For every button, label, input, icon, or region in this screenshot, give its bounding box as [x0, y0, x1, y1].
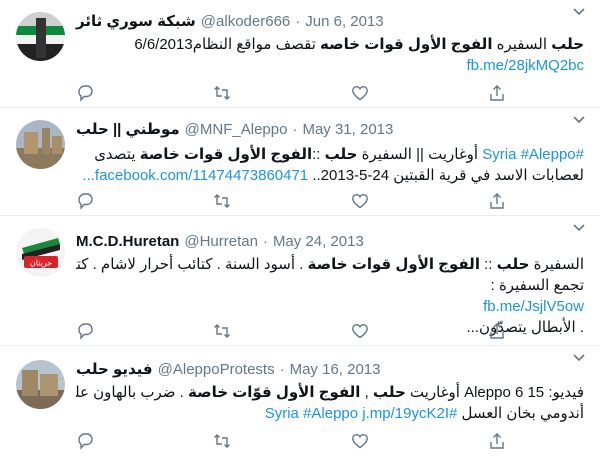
avatar-image — [16, 12, 65, 61]
author-name[interactable]: شبكة سوري ثائر — [76, 12, 196, 30]
like-icon[interactable] — [351, 322, 369, 340]
chevron-down-icon[interactable] — [572, 350, 586, 364]
text-fragment: :: — [479, 256, 497, 273]
avatar[interactable] — [16, 120, 65, 169]
text-fragment: السفيرة — [529, 256, 584, 273]
tweet-text: حلب السفيره الفوج الأول قوات خاصه تقصف م… — [76, 34, 584, 76]
like-icon[interactable] — [351, 84, 369, 102]
author-handle[interactable]: @alkoder666 — [201, 13, 290, 30]
action-bar — [76, 84, 506, 102]
author-name[interactable]: موطني || حلب — [76, 120, 180, 138]
text-fragment: تجمع السفيرة : — [490, 277, 584, 294]
like-icon[interactable] — [351, 432, 369, 450]
tweet-1[interactable]: شبكة سوري ثائر @alkoder666 · Jun 6, 2013… — [0, 0, 600, 108]
share-icon[interactable] — [488, 322, 506, 340]
highlight-text: الفوج الأول قوات خاصة — [139, 146, 313, 163]
text-fragment: فيديو: Aleppo 6 15 أوغاريت — [405, 384, 584, 401]
author-name[interactable]: فيديو حلب — [76, 360, 153, 378]
separator-dot: · — [292, 120, 298, 138]
tweet-date[interactable]: Jun 6, 2013 — [305, 13, 383, 30]
hashtag-city[interactable]: حلب — [551, 36, 584, 53]
retweet-icon[interactable] — [213, 84, 231, 102]
text-fragment: أوغاريت || السفيرة — [357, 146, 483, 163]
tweet-date[interactable]: May 31, 2013 — [302, 121, 393, 138]
avatar-logo-text: حريتان — [30, 259, 52, 268]
retweet-icon[interactable] — [213, 192, 231, 210]
text-fragment: أندومي بخان العسل — [457, 405, 584, 422]
text-fragment: . أسود السنة . كتائب أحرار لاشام . كتائب — [76, 256, 308, 273]
reply-icon[interactable] — [76, 432, 94, 450]
highlight-text: الفوج الأول قوات خاصة — [307, 256, 480, 273]
text-fragment: تقصف مواقع النظام6/6/2013 — [134, 36, 321, 53]
tweet-link[interactable]: facebook.com/11474473860471... — [82, 167, 308, 184]
author-handle[interactable]: @MNF_Aleppo — [185, 121, 288, 138]
separator-dot: · — [262, 232, 268, 250]
action-bar — [76, 432, 506, 450]
share-icon[interactable] — [488, 84, 506, 102]
text-fragment: , — [360, 384, 373, 401]
highlight-text: الفوج الأول قوّات خاصة — [188, 384, 361, 401]
author-handle[interactable]: @AleppoProtests — [158, 361, 275, 378]
retweet-icon[interactable] — [213, 322, 231, 340]
tweet-2[interactable]: موطني || حلب @MNF_Aleppo · May 31, 2013 … — [0, 108, 600, 216]
hashtag-link[interactable]: #Syria #Aleppo j.mp/19ycK2I — [265, 405, 458, 422]
text-fragment: :: — [312, 146, 325, 163]
tweet-text: فيديو: Aleppo 6 15 أوغاريت حلب , الفوج ا… — [76, 382, 584, 424]
hashtag-link[interactable]: #Syria #Aleppo — [482, 146, 584, 163]
tweet-link[interactable]: fb.me/JsjlV5ow — [483, 298, 584, 315]
text-fragment: يتصدى — [94, 146, 140, 163]
avatar-image — [16, 120, 65, 169]
tweet-4[interactable]: فيديو حلب @AleppoProtests · May 16, 2013… — [0, 346, 600, 460]
avatar[interactable] — [16, 12, 65, 61]
tweet-date[interactable]: May 24, 2013 — [273, 233, 364, 250]
tweet-date[interactable]: May 16, 2013 — [290, 361, 381, 378]
text-fragment: . ضرب بالهاون على — [76, 384, 184, 401]
avatar-image — [16, 360, 65, 409]
reply-icon[interactable] — [76, 192, 94, 210]
text-fragment: لعصابات الاسد في قرية القبتين 24-5-2013.… — [312, 167, 584, 184]
separator-dot: · — [295, 12, 301, 30]
chevron-down-icon[interactable] — [572, 220, 586, 234]
share-icon[interactable] — [488, 432, 506, 450]
author-name[interactable]: M.C.D.Huretan — [76, 233, 179, 250]
share-icon[interactable] — [488, 192, 506, 210]
chevron-down-icon[interactable] — [572, 4, 586, 18]
text-fragment: السفيره — [492, 36, 552, 53]
hashtag-city[interactable]: حلب — [497, 256, 530, 273]
author-handle[interactable]: @Hurretan — [184, 233, 258, 250]
action-bar — [76, 192, 506, 210]
tweet-3[interactable]: حريتان M.C.D.Huretan @Hurretan · May 24,… — [0, 216, 600, 346]
retweet-icon[interactable] — [213, 432, 231, 450]
hashtag-city[interactable]: حلب — [325, 146, 358, 163]
tweet-link[interactable]: fb.me/28jkMQ2bc — [466, 57, 584, 74]
chevron-down-icon[interactable] — [572, 112, 586, 126]
reply-icon[interactable] — [76, 322, 94, 340]
avatar-image: حريتان — [16, 228, 65, 277]
tweet-text: #Syria #Aleppo أوغاريت || السفيرة حلب ::… — [76, 144, 584, 186]
like-icon[interactable] — [351, 192, 369, 210]
avatar[interactable]: حريتان — [16, 228, 65, 277]
hashtag-city[interactable]: حلب — [373, 384, 406, 401]
highlight-text: الفوج الأول قوات خاصه — [320, 36, 493, 53]
avatar[interactable] — [16, 360, 65, 409]
separator-dot: · — [279, 360, 285, 378]
reply-icon[interactable] — [76, 84, 94, 102]
action-bar — [76, 322, 506, 340]
